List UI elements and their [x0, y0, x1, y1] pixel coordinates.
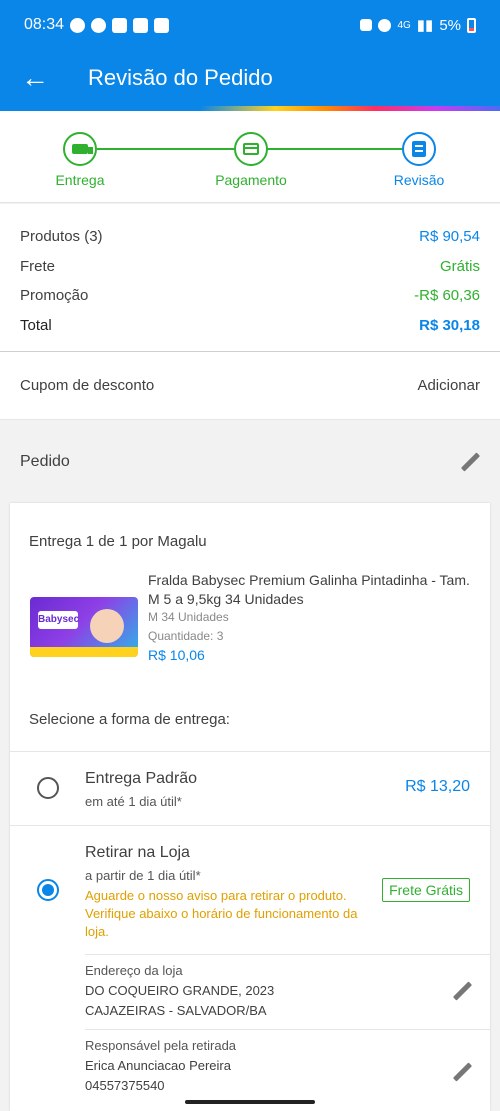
summary-shipping-row: Frete Grátis	[20, 252, 480, 282]
status-bar: 08:34 4G ▮▮ 5%	[0, 0, 500, 50]
address-line-2: CAJAZEIRAS - SALVADOR/BA	[85, 1003, 267, 1018]
delivery-method-label: Selecione a forma de entrega:	[29, 711, 230, 728]
network-label: 4G	[397, 19, 411, 31]
summary-value: R$ 90,54	[419, 228, 480, 246]
step-label: Entrega	[55, 172, 105, 188]
product-brand-logo: Babysec	[38, 611, 79, 629]
summary-label: Total	[20, 316, 52, 334]
summary-label: Promoção	[20, 287, 89, 305]
checkout-stepper: Entrega Pagamento Revisão	[0, 111, 500, 203]
section-title: Pedido	[20, 453, 70, 470]
signal-icon: ▮▮	[416, 17, 434, 34]
option-title: Entrega Padrão	[85, 770, 198, 787]
step-pagamento[interactable]: Pagamento	[191, 132, 311, 188]
address-label: Endereço da loja	[85, 963, 183, 978]
step-label: Revisão	[393, 172, 445, 188]
order-summary: Produtos (3) R$ 90,54 Frete Grátis Promo…	[0, 204, 500, 352]
address-line-1: DO COQUEIRO GRANDE, 2023	[85, 983, 275, 998]
step-label: Pagamento	[215, 172, 287, 188]
truck-icon	[63, 132, 97, 166]
option-title: Retirar na Loja	[85, 844, 190, 861]
add-coupon-button[interactable]: Adicionar	[417, 377, 480, 394]
summary-label: Produtos (3)	[20, 228, 103, 246]
lock-icon	[360, 19, 373, 31]
step-revisao[interactable]: Revisão	[359, 132, 479, 188]
app-notification-icon	[91, 17, 107, 33]
summary-total-row: Total R$ 30,18	[20, 311, 480, 341]
pickup-person-doc: 04557375540	[85, 1078, 165, 1093]
store-address: Endereço da loja DO COQUEIRO GRANDE, 202…	[85, 954, 490, 1030]
delivery-option-standard[interactable]: Entrega Padrão em até 1 dia útil* R$ 13,…	[10, 751, 490, 825]
radio-pickup[interactable]	[37, 879, 59, 901]
option-subtitle: a partir de 1 dia útil*	[85, 868, 201, 883]
delivery-seller: Entrega 1 de 1 por Magalu	[29, 533, 207, 550]
summary-value: -R$ 60,36	[414, 287, 480, 305]
product-price: R$ 10,06	[148, 647, 205, 663]
pickup-person: Responsável pela retirada Erica Anunciac…	[85, 1029, 490, 1111]
product-image: Babysec	[30, 597, 138, 657]
coupon-row[interactable]: Cupom de desconto Adicionar	[0, 352, 500, 420]
free-shipping-badge: Frete Grátis	[382, 878, 470, 902]
summary-value: Grátis	[439, 257, 480, 275]
page-title: Revisão do Pedido	[88, 65, 273, 90]
product-quantity: Quantidade: 3	[148, 629, 224, 643]
product-variant: M 34 Unidades	[148, 610, 229, 624]
step-entrega[interactable]: Entrega	[20, 132, 140, 188]
gesture-bar[interactable]	[185, 1100, 315, 1104]
package-stripe	[30, 647, 138, 657]
youtube-icon-2	[133, 17, 149, 33]
back-arrow-icon[interactable]: ←	[0, 50, 70, 106]
pickup-person-label: Responsável pela retirada	[85, 1038, 237, 1053]
pickup-warning: Aguarde o nosso aviso para retirar o pro…	[85, 888, 358, 939]
document-icon	[402, 132, 436, 166]
summary-label: Frete	[20, 257, 56, 275]
baby-picture	[90, 609, 124, 643]
gallery-icon	[154, 17, 170, 33]
option-price: R$ 13,20	[405, 778, 470, 795]
radio-standard[interactable]	[37, 777, 59, 799]
order-card: Entrega 1 de 1 por Magalu Babysec Fralda…	[10, 503, 490, 1111]
battery-percent: 5%	[439, 16, 461, 34]
app-header: ← Revisão do Pedido	[0, 50, 500, 106]
summary-products-row: Produtos (3) R$ 90,54	[20, 222, 480, 252]
product-info: Fralda Babysec Premium Galinha Pintadinh…	[148, 571, 478, 663]
youtube-icon	[112, 17, 128, 33]
order-section-header: Pedido	[0, 421, 500, 503]
summary-promo-row: Promoção -R$ 60,36	[20, 281, 480, 311]
product-name: Fralda Babysec Premium Galinha Pintadinh…	[148, 572, 470, 607]
alarm-icon	[378, 18, 392, 32]
edit-pickup-person-icon[interactable]	[452, 1062, 472, 1082]
summary-value: R$ 30,18	[419, 316, 480, 334]
coupon-label: Cupom de desconto	[20, 377, 155, 394]
edit-pencil-icon[interactable]	[460, 452, 480, 472]
whatsapp-icon	[70, 17, 86, 33]
pickup-person-name: Erica Anunciacao Pereira	[85, 1058, 231, 1073]
edit-address-icon[interactable]	[452, 981, 472, 1001]
credit-card-icon	[234, 132, 268, 166]
status-time: 08:34	[24, 16, 65, 33]
battery-icon	[467, 17, 476, 33]
delivery-option-pickup[interactable]: Retirar na Loja a partir de 1 dia útil* …	[10, 825, 490, 953]
option-subtitle: em até 1 dia útil*	[85, 794, 182, 809]
